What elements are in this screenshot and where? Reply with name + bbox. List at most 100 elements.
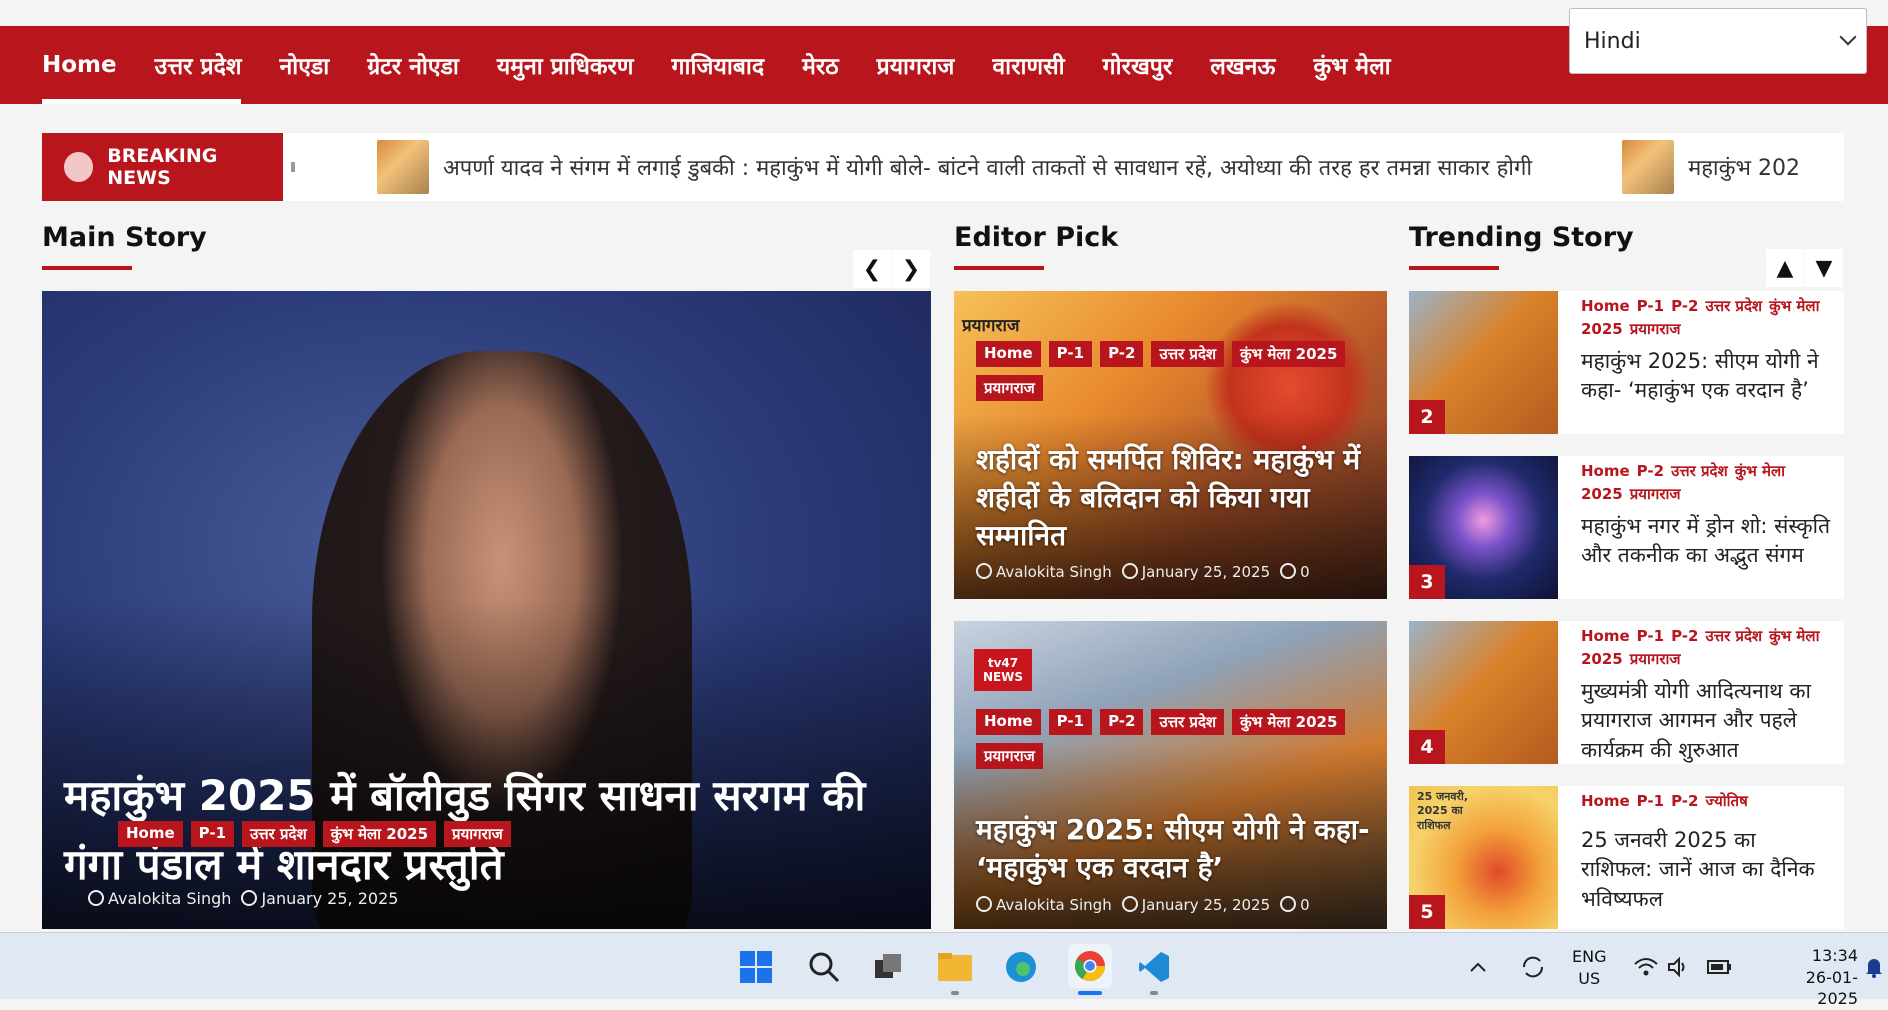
tag-p1[interactable]: P-1	[1637, 297, 1664, 315]
file-explorer-icon[interactable]	[935, 947, 975, 987]
input-region-code: US	[1578, 968, 1601, 988]
nav-item-prayagraj[interactable]: प्रयागराज	[858, 26, 974, 104]
trending-item[interactable]: 4 Home P-1 P-2 उत्तर प्रदेश कुंभ मेला 2025 प्…	[1409, 621, 1844, 764]
tag-p2[interactable]: P-2	[1671, 627, 1698, 645]
tag-p1[interactable]: P-1	[190, 821, 235, 847]
nav-item-yamuna-authority[interactable]: यमुना प्राधिकरण	[478, 26, 653, 104]
tag-p2[interactable]: P-2	[1100, 341, 1144, 367]
clock[interactable]: 13:34 26-01-2025	[1766, 945, 1858, 1010]
trending-title[interactable]: मुख्यमंत्री योगी आदित्यनाथ का प्रयागराज …	[1581, 677, 1831, 765]
nav-item-noida[interactable]: नोएडा	[260, 26, 348, 104]
editor-pick-card[interactable]: प्रयागराज Home P-1 P-2 उत्तर प्रदेश कुंभ…	[954, 291, 1387, 599]
tag-p2[interactable]: P-2	[1671, 792, 1698, 810]
trending-title[interactable]: महाकुंभ 2025: सीएम योगी ने कहा- ‘महाकुंभ…	[1581, 347, 1831, 406]
tag-prayagraj[interactable]: प्रयागराज	[976, 375, 1043, 401]
tag-home[interactable]: Home	[1581, 297, 1630, 315]
live-dot-icon	[64, 152, 94, 182]
nav-item-kumbh-mela[interactable]: कुंभ मेला	[1294, 26, 1409, 104]
battery-icon[interactable]	[1704, 947, 1736, 987]
card-tags: Home P-1 P-2 उत्तर प्रदेश कुंभ मेला 2025…	[976, 341, 1376, 401]
next-arrow-button[interactable]: ❯	[892, 250, 930, 288]
chevron-up-icon[interactable]	[1466, 947, 1490, 987]
wifi-icon[interactable]	[1632, 947, 1660, 987]
author-name[interactable]: Avalokita Singh	[996, 563, 1112, 581]
nav-item-gorakhpur[interactable]: गोरखपुर	[1084, 26, 1192, 104]
tag-prayagraj[interactable]: प्रयागराज	[1630, 320, 1681, 338]
language-select[interactable]: Hindi	[1569, 8, 1867, 74]
tag-home[interactable]: Home	[976, 709, 1041, 735]
section-underline	[42, 266, 132, 270]
author-name[interactable]: Avalokita Singh	[108, 889, 231, 908]
search-icon[interactable]	[804, 947, 844, 987]
tag-uttar-pradesh[interactable]: उत्तर प्रदेश	[1151, 341, 1225, 367]
tag-home[interactable]: Home	[1581, 462, 1630, 480]
nav-item-lucknow[interactable]: लखनऊ	[1191, 26, 1294, 104]
tag-prayagraj[interactable]: प्रयागराज	[444, 821, 511, 847]
tag-p2[interactable]: P-2	[1100, 709, 1144, 735]
post-date: January 25, 2025	[1141, 896, 1271, 914]
author-name[interactable]: Avalokita Singh	[996, 896, 1112, 914]
section-underline	[1409, 266, 1499, 270]
tag-kumbh-mela[interactable]: कुंभ मेला 2025	[322, 821, 437, 847]
tag-home[interactable]: Home	[1581, 627, 1630, 645]
trending-item[interactable]: 3 Home P-2 उत्तर प्रदेश कुंभ मेला 2025 प्रया…	[1409, 456, 1844, 599]
card-title[interactable]: महाकुंभ 2025: सीएम योगी ने कहा- ‘महाकुंभ…	[976, 811, 1376, 887]
tag-astrology[interactable]: ज्योतिष	[1705, 792, 1747, 810]
tag-prayagraj[interactable]: प्रयागराज	[1630, 650, 1681, 668]
chrome-browser-icon[interactable]	[1068, 944, 1112, 988]
windows-start-icon[interactable]	[736, 947, 776, 987]
tag-uttar-pradesh[interactable]: उत्तर प्रदेश	[1705, 297, 1762, 315]
nav-item-home[interactable]: Home	[42, 26, 142, 104]
clock-date: 26-01-2025	[1805, 967, 1858, 1009]
tag-p2[interactable]: P-2	[1637, 462, 1664, 480]
sync-icon[interactable]	[1517, 947, 1549, 987]
tag-home[interactable]: Home	[976, 341, 1041, 367]
volume-icon[interactable]	[1664, 947, 1692, 987]
editor-pick-card[interactable]: tv47 NEWS Home P-1 P-2 उत्तर प्रदेश कुंभ…	[954, 621, 1387, 929]
author-icon	[976, 896, 992, 912]
nav-item-meerut[interactable]: मेरठ	[783, 26, 858, 104]
ticker-item[interactable]: अपर्णा यादव ने संगम में लगाई डुबकी : महा…	[377, 140, 1532, 194]
tag-prayagraj[interactable]: प्रयागराज	[976, 743, 1043, 769]
comment-count[interactable]: 0	[1300, 896, 1310, 914]
tag-p1[interactable]: P-1	[1048, 341, 1093, 367]
prev-arrow-button[interactable]: ❮	[853, 250, 891, 288]
tag-uttar-pradesh[interactable]: उत्तर प्रदेश	[242, 821, 315, 847]
tag-p1[interactable]: P-1	[1048, 709, 1093, 735]
scroll-down-button[interactable]: ▼	[1805, 249, 1843, 287]
vscode-icon[interactable]	[1134, 947, 1174, 987]
trending-title[interactable]: 25 जनवरी 2025 का राशिफल: जानें आज का दैन…	[1581, 826, 1831, 914]
ticker-thumbnail	[377, 140, 429, 194]
notification-bell-icon[interactable]	[1862, 947, 1886, 987]
nav-item-greater-noida[interactable]: ग्रेटर नोएडा	[348, 26, 478, 104]
tag-kumbh-mela[interactable]: कुंभ मेला 2025	[1232, 709, 1346, 735]
trending-item[interactable]: 2 Home P-1 P-2 उत्तर प्रदेश कुंभ मेला 2025 प्…	[1409, 291, 1844, 434]
trending-item[interactable]: 25 जनवरी, 2025 का राशिफल 5 Home P-1 P-2 ज्य…	[1409, 786, 1844, 929]
tag-uttar-pradesh[interactable]: उत्तर प्रदेश	[1151, 709, 1225, 735]
card-title[interactable]: शहीदों को समर्पित शिविर: महाकुंभ में शही…	[976, 441, 1376, 554]
ticker-item-text: महाकुंभ 202	[1688, 156, 1800, 181]
comment-count[interactable]: 0	[1300, 563, 1310, 581]
ticker-item[interactable]: महाकुंभ 202	[1622, 140, 1800, 194]
tag-home[interactable]: Home	[1581, 792, 1630, 810]
nav-item-varanasi[interactable]: वाराणसी	[973, 26, 1083, 104]
tag-uttar-pradesh[interactable]: उत्तर प्रदेश	[1671, 462, 1728, 480]
main-story-card[interactable]: महाकुंभ 2025 में बॉलीवुड सिंगर साधना सरग…	[42, 291, 931, 929]
scroll-up-button[interactable]: ▲	[1766, 249, 1804, 287]
input-language[interactable]: ENG US	[1572, 946, 1606, 989]
tag-prayagraj[interactable]: प्रयागराज	[1630, 485, 1681, 503]
task-view-icon[interactable]	[868, 947, 908, 987]
tag-p1[interactable]: P-1	[1637, 627, 1664, 645]
tag-uttar-pradesh[interactable]: उत्तर प्रदेश	[1705, 627, 1762, 645]
tag-kumbh-mela[interactable]: कुंभ मेला 2025	[1232, 341, 1346, 367]
nav-item-uttar-pradesh[interactable]: उत्तर प्रदेश	[135, 26, 261, 104]
card-meta: Avalokita Singh January 25, 2025 0	[976, 896, 1310, 914]
trending-title[interactable]: महाकुंभ नगर में ड्रोन शो: संस्कृति और तक…	[1581, 512, 1831, 571]
tag-home[interactable]: Home	[118, 821, 183, 847]
edge-browser-icon[interactable]	[1001, 947, 1041, 987]
chevron-down-icon	[1839, 28, 1857, 46]
tag-p1[interactable]: P-1	[1637, 792, 1664, 810]
card-meta: Avalokita Singh January 25, 2025 0	[976, 563, 1310, 581]
nav-item-ghaziabad[interactable]: गाजियाबाद	[653, 26, 784, 104]
tag-p2[interactable]: P-2	[1671, 297, 1698, 315]
